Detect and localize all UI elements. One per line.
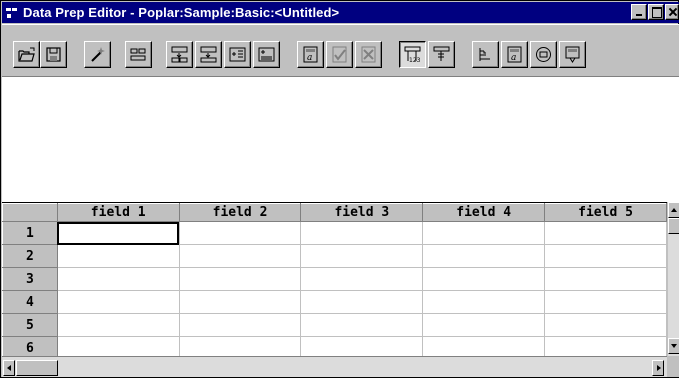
select-field-icon[interactable]	[326, 41, 353, 68]
scroll-up-arrow-icon[interactable]	[668, 202, 679, 218]
move-fields-icon[interactable]	[166, 41, 193, 68]
grid-cell[interactable]	[300, 313, 424, 337]
grid-cell[interactable]	[179, 244, 302, 268]
grid-cell[interactable]	[300, 221, 424, 245]
grid-cell[interactable]	[422, 336, 546, 356]
grid-cell[interactable]	[57, 221, 180, 245]
grid-cell[interactable]	[544, 244, 667, 268]
table-row: 6	[2, 336, 667, 356]
row-header[interactable]: 1	[2, 221, 58, 245]
app-icon[interactable]	[5, 6, 19, 20]
save-disk-icon[interactable]	[40, 41, 67, 68]
grid-cell[interactable]	[300, 290, 424, 314]
vertical-scroll-thumb[interactable]	[668, 218, 679, 234]
grid-cell[interactable]	[544, 336, 667, 356]
grid-cell[interactable]	[179, 221, 302, 245]
column-header[interactable]: field 2	[178, 203, 302, 222]
grid-cell[interactable]	[300, 244, 424, 268]
horizontal-scroll-thumb[interactable]	[16, 360, 58, 376]
vertical-scrollbar[interactable]	[667, 202, 679, 356]
grid-cell[interactable]	[422, 313, 546, 337]
data-prep-editor-window: Data Prep Editor - Poplar:Sample:Basic:<…	[0, 0, 679, 378]
grid-cell[interactable]	[57, 313, 180, 337]
column-header[interactable]: field 3	[300, 203, 424, 222]
grid-cell[interactable]	[422, 244, 546, 268]
title-bar[interactable]: Data Prep Editor - Poplar:Sample:Basic:<…	[2, 2, 679, 23]
window-controls	[630, 4, 679, 20]
row-header[interactable]: 3	[2, 267, 58, 291]
grid-corner[interactable]	[2, 203, 58, 222]
grid-cell[interactable]	[544, 267, 667, 291]
create-field-text-icon[interactable]	[253, 41, 280, 68]
grid-cell[interactable]	[300, 336, 424, 356]
row-header[interactable]: 5	[2, 313, 58, 337]
display-fields-icon[interactable]	[559, 41, 586, 68]
scrollbar-corner	[667, 356, 679, 377]
column-header[interactable]: field 4	[422, 203, 546, 222]
close-button[interactable]	[665, 4, 679, 20]
grid-cell[interactable]	[57, 244, 180, 268]
grid-cell[interactable]	[179, 313, 302, 337]
maximize-button[interactable]	[648, 4, 664, 20]
svg-text:a: a	[511, 53, 516, 63]
join-fields-icon[interactable]	[125, 41, 152, 68]
grid-cell[interactable]	[544, 221, 667, 245]
table-row: 3	[2, 267, 667, 291]
magic-wand-icon[interactable]	[84, 41, 111, 68]
field-preview-pane[interactable]	[2, 76, 679, 202]
data-load-settings-icon[interactable]: 123	[399, 41, 426, 68]
scroll-left-arrow-icon[interactable]	[3, 360, 15, 376]
column-header[interactable]: field 5	[544, 203, 667, 222]
minimize-button[interactable]	[631, 4, 647, 20]
scroll-right-arrow-icon[interactable]	[652, 360, 664, 376]
record-view-icon[interactable]	[530, 41, 557, 68]
row-header[interactable]: 6	[2, 336, 58, 356]
reject-field-icon[interactable]	[355, 41, 382, 68]
open-folder-icon[interactable]	[13, 41, 40, 68]
grid-cell[interactable]	[57, 336, 180, 356]
field-properties-icon[interactable]: a	[297, 41, 324, 68]
split-field-icon[interactable]	[195, 41, 222, 68]
create-field-icon[interactable]	[224, 41, 251, 68]
table-row: 2	[2, 244, 667, 268]
horizontal-scrollbar[interactable]	[2, 356, 667, 377]
replace-icon[interactable]	[428, 41, 455, 68]
grid-cell[interactable]	[179, 290, 302, 314]
grid-cell[interactable]	[422, 267, 546, 291]
svg-text:123: 123	[409, 57, 421, 64]
column-header[interactable]: field 1	[56, 203, 180, 222]
scroll-down-arrow-icon[interactable]	[668, 338, 679, 354]
grid-cell[interactable]	[422, 221, 546, 245]
grid-cell[interactable]	[544, 290, 667, 314]
grid-cell[interactable]	[179, 336, 302, 356]
grid-cell[interactable]	[300, 267, 424, 291]
window-title: Data Prep Editor - Poplar:Sample:Basic:<…	[23, 5, 340, 20]
row-header[interactable]: 2	[2, 244, 58, 268]
table-row: 4	[2, 290, 667, 314]
associate-outline-icon[interactable]: a	[501, 41, 528, 68]
grid-cell[interactable]	[57, 290, 180, 314]
grid-cell[interactable]	[422, 290, 546, 314]
grid-cell[interactable]	[544, 313, 667, 337]
grid-cell[interactable]	[57, 267, 180, 291]
dimension-build-icon[interactable]	[472, 41, 499, 68]
toolbar: a 123 a	[2, 24, 679, 76]
table-row: 1	[2, 221, 667, 245]
grid-cell[interactable]	[179, 267, 302, 291]
row-header[interactable]: 4	[2, 290, 58, 314]
table-row: 5	[2, 313, 667, 337]
data-grid[interactable]: field 1 field 2 field 3 field 4 field 5 …	[2, 202, 667, 356]
svg-text:a: a	[307, 53, 312, 63]
